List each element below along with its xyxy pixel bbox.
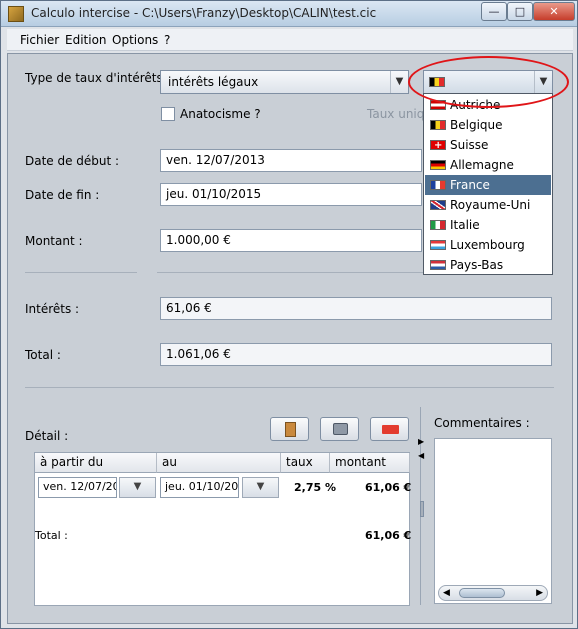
minimize-button[interactable]: — xyxy=(481,2,507,21)
dropdown-item-france[interactable]: France xyxy=(425,175,551,195)
interest-label: Intérêts : xyxy=(25,302,80,316)
uk-flag-icon xyxy=(430,200,446,210)
france-flag-icon xyxy=(430,180,446,190)
dropdown-item-allemagne[interactable]: Allemagne xyxy=(425,155,551,175)
dropdown-item-luxembourg[interactable]: Luxembourg xyxy=(425,235,551,255)
app-window: Calculo intercise - C:\Users\Franzy\Desk… xyxy=(0,0,578,629)
column-header-to[interactable]: au xyxy=(157,453,281,473)
menu-fichier[interactable]: Fichier xyxy=(20,33,59,47)
anatocisme-label: Anatocisme ? xyxy=(180,107,261,121)
anatocisme-checkbox[interactable] xyxy=(161,107,175,121)
menu-options[interactable]: Options xyxy=(112,33,158,47)
menu-edition[interactable]: Edition xyxy=(65,33,107,47)
table-total-label: Total : xyxy=(35,529,68,542)
title-bar: Calculo intercise - C:\Users\Franzy\Desk… xyxy=(1,1,577,27)
dropdown-item-suisse[interactable]: + Suisse xyxy=(425,135,551,155)
splitter-handle[interactable]: ▶ ◀ xyxy=(417,407,429,605)
total-field: 1.061,06 € xyxy=(160,343,552,366)
arrow-right-icon[interactable]: ▶ xyxy=(418,437,424,446)
row-amount: 61,06 € xyxy=(365,481,412,494)
italy-flag-icon xyxy=(430,220,446,230)
clipboard-icon xyxy=(285,422,296,437)
printer-icon xyxy=(333,423,348,435)
highlight-annotation xyxy=(408,56,569,108)
amount-label: Montant : xyxy=(25,234,83,248)
window-title: Calculo intercise - C:\Users\Franzy\Desk… xyxy=(31,6,377,20)
start-date-label: Date de début : xyxy=(25,154,120,168)
close-button[interactable]: ✕ xyxy=(533,2,575,21)
comments-label: Commentaires : xyxy=(434,416,530,430)
interest-field: 61,06 € xyxy=(160,297,552,320)
interest-type-combo[interactable]: intérêts légaux ▼ xyxy=(160,70,409,94)
scroll-left-icon[interactable]: ◀ xyxy=(443,588,450,598)
clipboard-button[interactable] xyxy=(270,417,309,441)
arrow-left-icon[interactable]: ◀ xyxy=(418,451,424,460)
start-date-field[interactable]: ven. 12/07/2013 xyxy=(160,149,422,172)
menu-help[interactable]: ? xyxy=(164,33,170,47)
swiss-cross-icon: + xyxy=(434,140,443,151)
detail-table: à partir du au taux montant ven. 12/07/2… xyxy=(34,452,412,606)
dropdown-item-belgique[interactable]: Belgique xyxy=(425,115,551,135)
chevron-down-icon: ▼ xyxy=(390,71,408,93)
separator xyxy=(25,272,137,273)
comments-textarea[interactable]: ◀ ▶ xyxy=(434,438,552,604)
end-date-field[interactable]: jeu. 01/10/2015 xyxy=(160,183,422,206)
amount-field[interactable]: 1.000,00 € xyxy=(160,229,422,252)
column-header-from[interactable]: à partir du xyxy=(35,453,157,473)
detail-label: Détail : xyxy=(25,429,69,443)
total-label: Total : xyxy=(25,348,61,362)
pdf-export-button[interactable] xyxy=(370,417,409,441)
column-header-rate[interactable]: taux xyxy=(281,453,330,473)
column-header-amount[interactable]: montant xyxy=(330,453,410,473)
dropdown-item-label: Pays-Bas xyxy=(450,258,504,272)
dropdown-item-italie[interactable]: Italie xyxy=(425,215,551,235)
dropdown-item-label: Allemagne xyxy=(450,158,514,172)
dropdown-item-label: Luxembourg xyxy=(450,238,525,252)
country-dropdown: Autriche Belgique + Suisse Allemagne France Ro… xyxy=(423,93,553,275)
germany-flag-icon xyxy=(430,160,446,170)
dropdown-item-label: Royaume-Uni xyxy=(450,198,531,212)
dropdown-item-label: Italie xyxy=(450,218,480,232)
pdf-icon xyxy=(382,425,399,434)
switzerland-flag-icon: + xyxy=(430,140,446,151)
dropdown-item-label: France xyxy=(450,178,490,192)
chevron-down-icon[interactable]: ▼ xyxy=(119,477,156,498)
splitter-grip-icon xyxy=(420,501,424,517)
print-button[interactable] xyxy=(320,417,359,441)
chevron-down-icon[interactable]: ▼ xyxy=(242,477,279,498)
menu-bar: Fichier Edition Options ? xyxy=(7,29,573,51)
maximize-button[interactable]: □ xyxy=(507,2,533,21)
interest-type-value: intérêts légaux xyxy=(168,75,259,89)
table-total-value: 61,06 € xyxy=(365,529,412,542)
netherlands-flag-icon xyxy=(430,260,446,270)
app-icon xyxy=(8,6,24,22)
scrollbar-thumb[interactable] xyxy=(459,588,505,598)
dropdown-item-royaume-uni[interactable]: Royaume-Uni xyxy=(425,195,551,215)
separator xyxy=(25,387,554,388)
dropdown-item-label: Suisse xyxy=(450,138,489,152)
row-to-field[interactable]: jeu. 01/10/20 xyxy=(160,477,239,498)
luxembourg-flag-icon xyxy=(430,240,446,250)
scroll-right-icon[interactable]: ▶ xyxy=(536,588,543,598)
dropdown-item-pays-bas[interactable]: Pays-Bas xyxy=(425,255,551,275)
row-rate: 2,75 % xyxy=(294,481,336,494)
dropdown-item-label: Belgique xyxy=(450,118,503,132)
type-label: Type de taux d'intérêts : xyxy=(25,71,171,85)
row-from-field[interactable]: ven. 12/07/20 xyxy=(38,477,117,498)
end-date-label: Date de fin : xyxy=(25,188,100,202)
belgium-flag-icon xyxy=(430,120,446,130)
horizontal-scrollbar[interactable]: ◀ ▶ xyxy=(438,585,548,601)
